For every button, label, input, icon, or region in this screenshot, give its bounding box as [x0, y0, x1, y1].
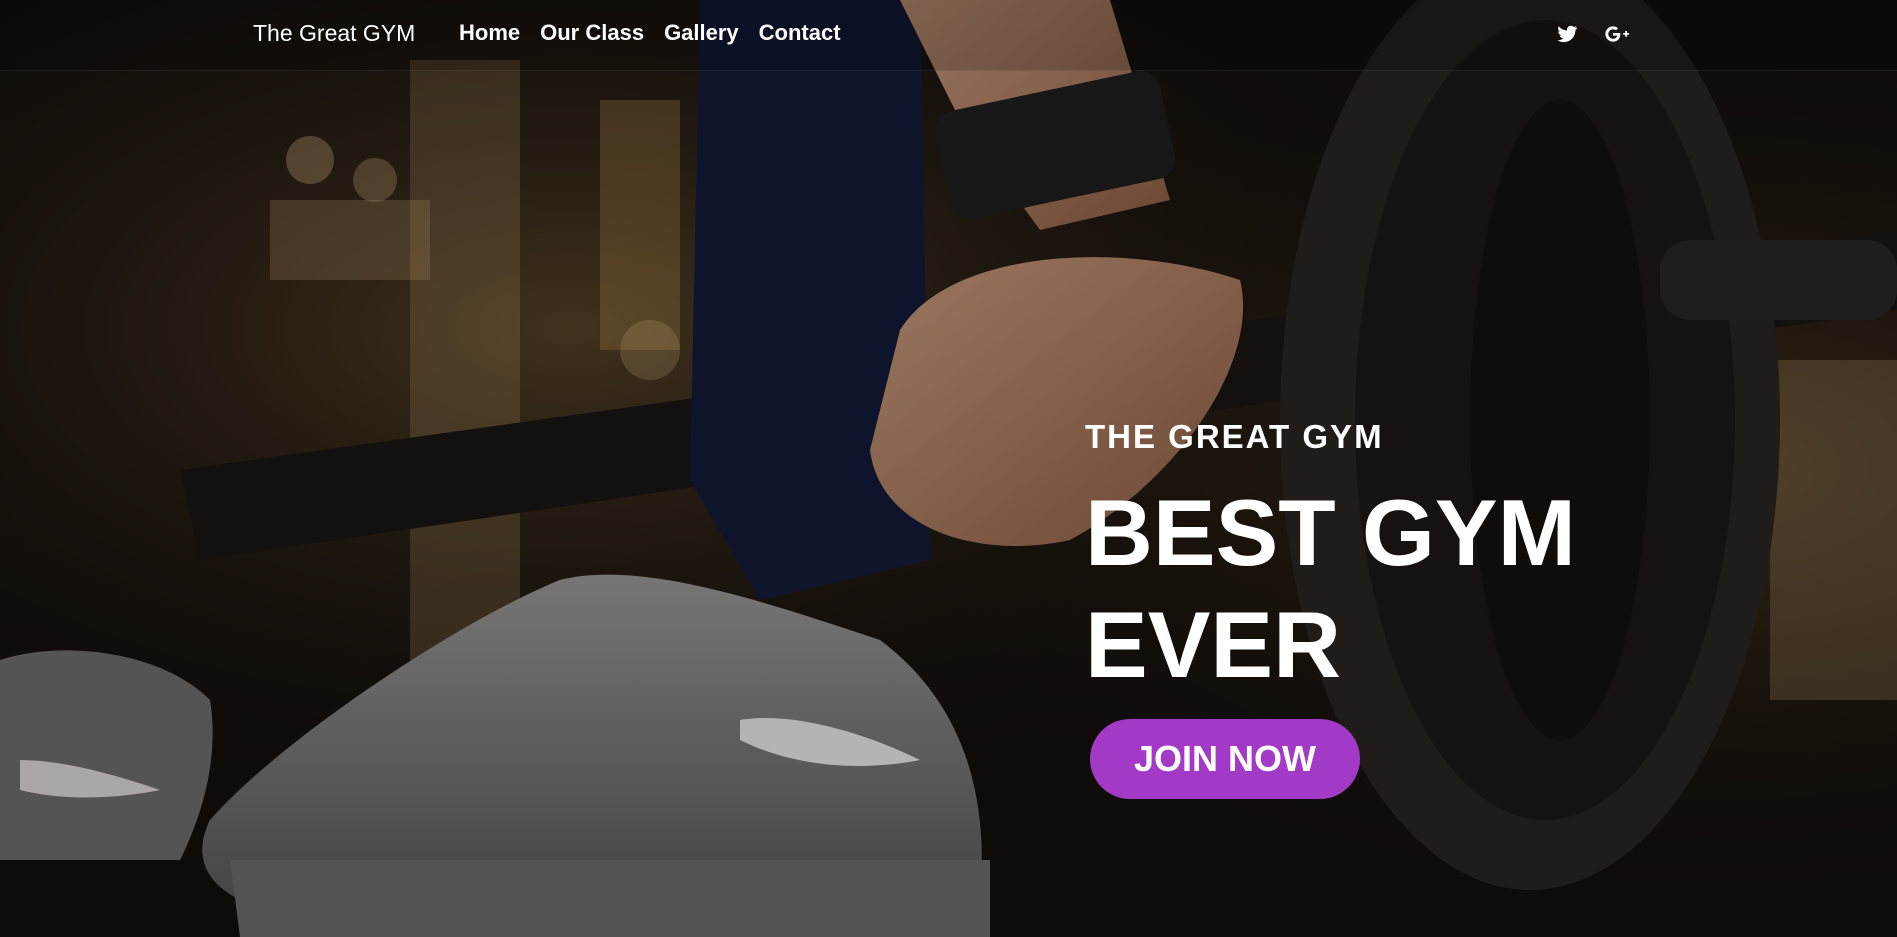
hero-eyebrow: THE GREAT GYM — [1085, 418, 1384, 455]
main-menu: Home Our Class Gallery Contact — [459, 20, 861, 46]
hero-section: The Great GYM Home Our Class Gallery Con… — [0, 0, 1897, 937]
nav-link-home[interactable]: Home — [459, 20, 520, 46]
nav-link-our-class[interactable]: Our Class — [540, 20, 644, 46]
nav-link-contact[interactable]: Contact — [759, 20, 841, 46]
nav-link-gallery[interactable]: Gallery — [664, 20, 739, 46]
twitter-icon[interactable] — [1555, 22, 1579, 46]
brand-logo-link[interactable]: The Great GYM — [253, 20, 415, 47]
social-links — [1555, 22, 1629, 46]
google-plus-icon[interactable] — [1605, 22, 1629, 46]
top-navbar: The Great GYM Home Our Class Gallery Con… — [0, 0, 1897, 71]
join-now-button[interactable]: JOIN NOW — [1090, 719, 1360, 799]
hero-headline: BEST GYM EVER — [1085, 480, 1576, 697]
hero-text-block: THE GREAT GYM BEST GYM EVER — [1085, 420, 1645, 701]
